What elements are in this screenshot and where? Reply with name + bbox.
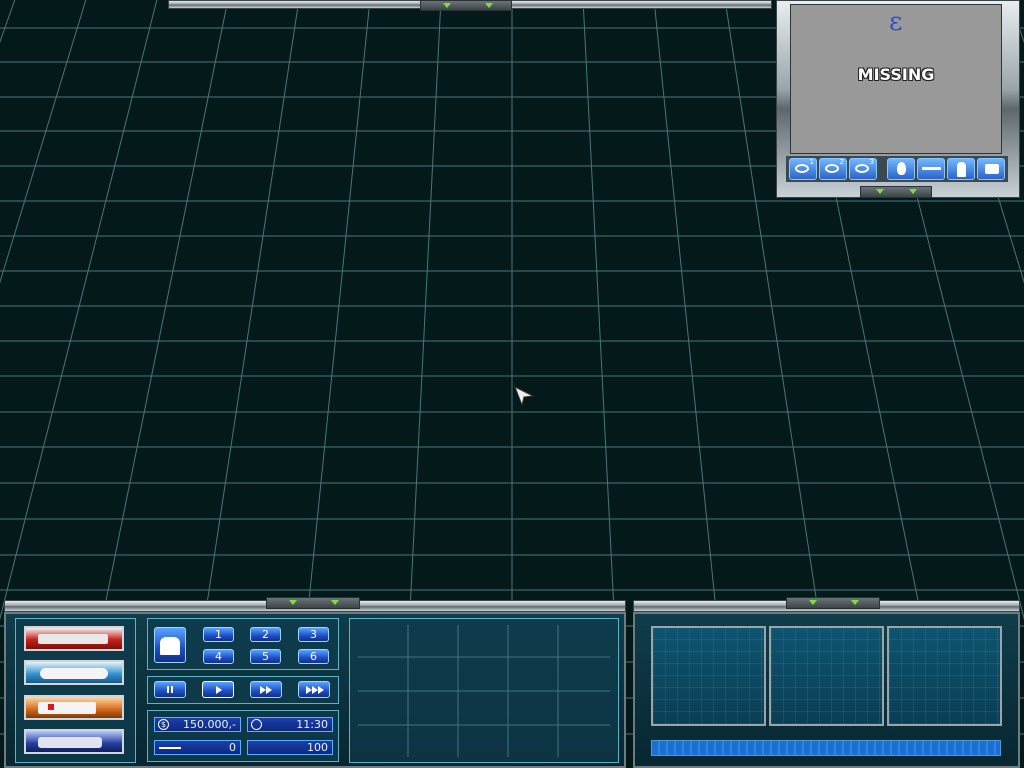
play-icon xyxy=(216,686,222,694)
ambulance-icon xyxy=(38,702,96,714)
pause-button[interactable] xyxy=(154,681,186,698)
red-cross-icon xyxy=(48,704,54,710)
fastest-forward-icon xyxy=(318,686,324,694)
vehicle-ambulance-button[interactable] xyxy=(24,695,124,720)
camera-tab-1[interactable]: 1 xyxy=(789,158,817,180)
preview-handle[interactable] xyxy=(860,186,932,198)
arrow-down-icon xyxy=(851,600,859,605)
camera-tab-3[interactable]: 3 xyxy=(849,158,877,180)
mouse-cursor-icon xyxy=(514,386,535,407)
time-field: 11:30 xyxy=(247,717,333,732)
group-button-6[interactable]: 6 xyxy=(298,649,329,664)
money-icon: $ xyxy=(158,719,169,730)
score-field: 100 xyxy=(247,740,333,755)
camera-view-1[interactable] xyxy=(651,626,766,726)
arrow-down-icon xyxy=(809,600,817,605)
fire-icon xyxy=(897,162,906,175)
group-button-3[interactable]: 3 xyxy=(298,627,329,642)
money-value: 150.000,- xyxy=(183,718,236,731)
camera-view-2[interactable] xyxy=(769,626,884,726)
eye-icon xyxy=(825,164,839,173)
eye-icon xyxy=(795,164,809,173)
select-all-units-button[interactable] xyxy=(154,627,186,663)
fast-forward-button[interactable] xyxy=(250,681,282,698)
vehicle-icon xyxy=(985,164,999,174)
group-button-4[interactable]: 4 xyxy=(203,649,234,664)
top-frame-handle[interactable] xyxy=(420,0,512,11)
time-value: 11:30 xyxy=(296,718,328,731)
person-icon xyxy=(957,162,966,177)
arrow-down-icon xyxy=(289,600,297,605)
vehicle-police-van-button[interactable] xyxy=(24,729,124,754)
vehicle-police-car-button[interactable] xyxy=(24,660,124,685)
preview-screen: ε MISSING xyxy=(790,4,1002,154)
camera-index: 1 xyxy=(809,158,814,166)
injured-value: 0 xyxy=(229,741,236,754)
police-van-icon xyxy=(38,737,102,748)
fast-forward-icon xyxy=(266,686,272,694)
arrow-down-icon xyxy=(876,189,884,194)
filter-tab-person[interactable] xyxy=(947,158,975,180)
progress-bar xyxy=(651,740,1001,756)
game-logo-icon: ε xyxy=(889,7,903,37)
message-log-grid xyxy=(358,625,610,757)
camera-view-3[interactable] xyxy=(887,626,1002,726)
injured-field: 0 xyxy=(154,740,241,755)
group-button-2[interactable]: 2 xyxy=(250,627,281,642)
control-panel-handle[interactable] xyxy=(266,597,360,609)
filter-tab-fire[interactable] xyxy=(887,158,915,180)
stretcher-icon xyxy=(159,747,181,749)
group-button-5[interactable]: 5 xyxy=(250,649,281,664)
money-field: $ 150.000,- xyxy=(154,717,241,732)
people-icon xyxy=(160,637,180,655)
group-button-1[interactable]: 1 xyxy=(203,627,234,642)
police-car-icon xyxy=(40,668,108,679)
camera-index: 3 xyxy=(869,158,874,166)
minimap-panel-handle[interactable] xyxy=(786,597,880,609)
stretcher-icon xyxy=(922,167,941,170)
vehicle-fire-truck-button[interactable] xyxy=(24,626,124,651)
filter-tab-stretcher[interactable] xyxy=(917,158,945,180)
missing-label: MISSING xyxy=(857,65,935,84)
camera-index: 2 xyxy=(839,158,844,166)
score-value: 100 xyxy=(307,741,328,754)
arrow-down-icon xyxy=(909,189,917,194)
filter-tab-vehicle[interactable] xyxy=(977,158,1005,180)
message-log-area[interactable] xyxy=(349,618,619,763)
arrow-down-icon xyxy=(485,3,493,8)
camera-tab-2[interactable]: 2 xyxy=(819,158,847,180)
play-button[interactable] xyxy=(202,681,234,698)
pause-icon xyxy=(167,686,173,693)
arrow-down-icon xyxy=(443,3,451,8)
fire-truck-icon xyxy=(38,634,108,644)
eye-icon xyxy=(855,164,869,173)
clock-icon xyxy=(251,719,262,730)
arrow-down-icon xyxy=(331,600,339,605)
fastest-forward-button[interactable] xyxy=(298,681,330,698)
